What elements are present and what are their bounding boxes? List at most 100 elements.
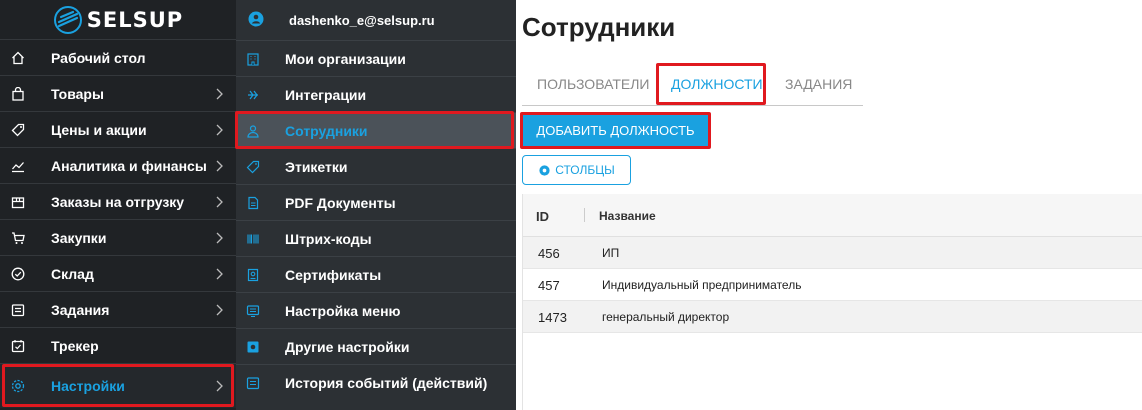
bag-icon: [10, 86, 26, 102]
sidebar-item-label: Цены и акции: [51, 121, 147, 138]
chevron-right-icon: [216, 196, 223, 208]
tab-positions[interactable]: ДОЛЖНОСТИ: [671, 76, 763, 92]
page-title: Сотрудники: [522, 12, 676, 42]
columns-button-label: СТОЛБЦЫ: [555, 163, 615, 177]
add-position-button[interactable]: ДОБАВИТЬ ДОЛЖНОСТЬ: [523, 115, 708, 146]
tab-tasks[interactable]: ЗАДАНИЯ: [785, 76, 852, 92]
settings-submenu: dashenko_e@selsup.ru Мои организации Инт…: [236, 0, 516, 410]
submenu-item-label: Сертификаты: [285, 266, 382, 283]
selsup-logo[interactable]: SELSUP: [0, 0, 236, 40]
submenu-item-label: Настройка меню: [285, 302, 401, 319]
sidebar-item-label: Рабочий стол: [51, 49, 146, 66]
sidebar-item-tracker[interactable]: Трекер: [0, 327, 236, 363]
user-avatar-icon: [248, 11, 264, 30]
cell-id: 457: [538, 278, 560, 293]
submenu-item-label: История событий (действий): [285, 374, 488, 391]
cart-icon: [10, 230, 26, 246]
submenu-item-label: Штрих-коды: [285, 230, 372, 247]
cell-id: 456: [538, 246, 560, 261]
table-row[interactable]: 1473 генеральный директор: [523, 301, 1142, 333]
logo-text: SELSUP: [86, 8, 184, 32]
submenu-item-organizations[interactable]: Мои организации: [236, 40, 516, 76]
sidebar-item-label: Закупки: [51, 229, 107, 246]
submenu-item-label: Интеграции: [285, 86, 367, 103]
chevron-right-icon: [216, 380, 223, 392]
main-content: Сотрудники ПОЛЬЗОВАТЕЛИ ДОЛЖНОСТИ ЗАДАНИ…: [516, 0, 1142, 410]
submenu-item-menu-settings[interactable]: Настройка меню: [236, 292, 516, 328]
selsup-logo-icon: [53, 6, 82, 34]
chart-icon: [10, 158, 26, 174]
sidebar-item-products[interactable]: Товары: [0, 75, 236, 111]
submenu-item-integrations[interactable]: Интеграции: [236, 76, 516, 112]
sidebar-item-label: Аналитика и финансы: [51, 157, 207, 174]
sidebar-item-label: Заказы на отгрузку: [51, 193, 185, 210]
sidebar-item-desktop[interactable]: Рабочий стол: [0, 39, 236, 75]
sidebar-item-tasks[interactable]: Задания: [0, 291, 236, 327]
column-header-id[interactable]: ID: [536, 209, 549, 224]
submenu-item-employees[interactable]: Сотрудники: [236, 112, 516, 148]
barcode-icon: [247, 234, 259, 244]
home-icon: [10, 50, 26, 66]
person-icon: [247, 125, 259, 138]
menu-settings-icon: [246, 305, 260, 318]
column-divider: [584, 208, 585, 222]
chevron-right-icon: [216, 160, 223, 172]
sidebar-item-label: Трекер: [51, 337, 99, 354]
chevron-right-icon: [216, 268, 223, 280]
submenu-item-other-settings[interactable]: Другие настройки: [236, 328, 516, 364]
gear-icon: [539, 164, 550, 176]
sidebar-item-purchases[interactable]: Закупки: [0, 219, 236, 255]
table-row[interactable]: 457 Индивидуальный предприниматель: [523, 269, 1142, 301]
user-account[interactable]: dashenko_e@selsup.ru: [236, 0, 516, 40]
cell-id: 1473: [538, 310, 567, 325]
submenu-item-labels[interactable]: Этикетки: [236, 148, 516, 184]
submenu-item-label: Этикетки: [285, 158, 348, 175]
sidebar-item-label: Задания: [51, 301, 110, 318]
history-icon: [246, 377, 260, 390]
sidebar-item-settings[interactable]: Настройки: [0, 363, 236, 408]
user-email: dashenko_e@selsup.ru: [289, 12, 435, 28]
chevron-right-icon: [216, 124, 223, 136]
chevron-right-icon: [216, 304, 223, 316]
column-header-name[interactable]: Название: [599, 209, 656, 223]
tag-icon: [10, 122, 26, 138]
settings-square-icon: [247, 341, 259, 353]
table-header: ID Название: [523, 194, 1142, 237]
tasks-icon: [10, 302, 26, 318]
submenu-item-label: Сотрудники: [285, 122, 368, 139]
box-icon: [10, 194, 26, 210]
cell-name: Индивидуальный предприниматель: [602, 278, 802, 292]
check-circle-icon: [10, 266, 26, 282]
sidebar-item-analytics[interactable]: Аналитика и финансы: [0, 147, 236, 183]
sidebar-item-warehouse[interactable]: Склад: [0, 255, 236, 291]
gear-icon: [10, 378, 26, 394]
tab-bar: ПОЛЬЗОВАТЕЛИ ДОЛЖНОСТИ ЗАДАНИЯ: [522, 62, 863, 106]
cell-name: ИП: [602, 246, 620, 260]
submenu-item-certificates[interactable]: Сертификаты: [236, 256, 516, 292]
sidebar-item-prices[interactable]: Цены и акции: [0, 111, 236, 147]
building-icon: [247, 53, 259, 66]
tab-users[interactable]: ПОЛЬЗОВАТЕЛИ: [537, 76, 649, 92]
submenu-item-event-history[interactable]: История событий (действий): [236, 364, 516, 400]
cell-name: генеральный директор: [602, 310, 730, 324]
document-icon: [248, 196, 259, 210]
chevron-right-icon: [216, 88, 223, 100]
submenu-item-label: PDF Документы: [285, 194, 396, 211]
sidebar-item-label: Склад: [51, 265, 94, 282]
sidebar-item-label: Товары: [51, 85, 104, 102]
submenu-item-pdf-documents[interactable]: PDF Документы: [236, 184, 516, 220]
submenu-item-barcodes[interactable]: Штрих-коды: [236, 220, 516, 256]
sidebar-item-orders[interactable]: Заказы на отгрузку: [0, 183, 236, 219]
main-sidebar: SELSUP Рабочий стол Товары Цены и акции …: [0, 0, 236, 410]
certificate-icon: [247, 268, 259, 282]
columns-button[interactable]: СТОЛБЦЫ: [522, 155, 631, 185]
sidebar-item-label: Настройки: [51, 378, 125, 394]
chevron-right-icon: [216, 232, 223, 244]
calendar-check-icon: [10, 338, 26, 354]
positions-table: ID Название 456 ИП 457 Индивидуальный пр…: [522, 194, 1142, 410]
label-icon: [246, 160, 260, 174]
table-row[interactable]: 456 ИП: [523, 237, 1142, 269]
integration-icon: [248, 90, 258, 100]
submenu-item-label: Мои организации: [285, 50, 406, 67]
submenu-item-label: Другие настройки: [285, 338, 410, 355]
